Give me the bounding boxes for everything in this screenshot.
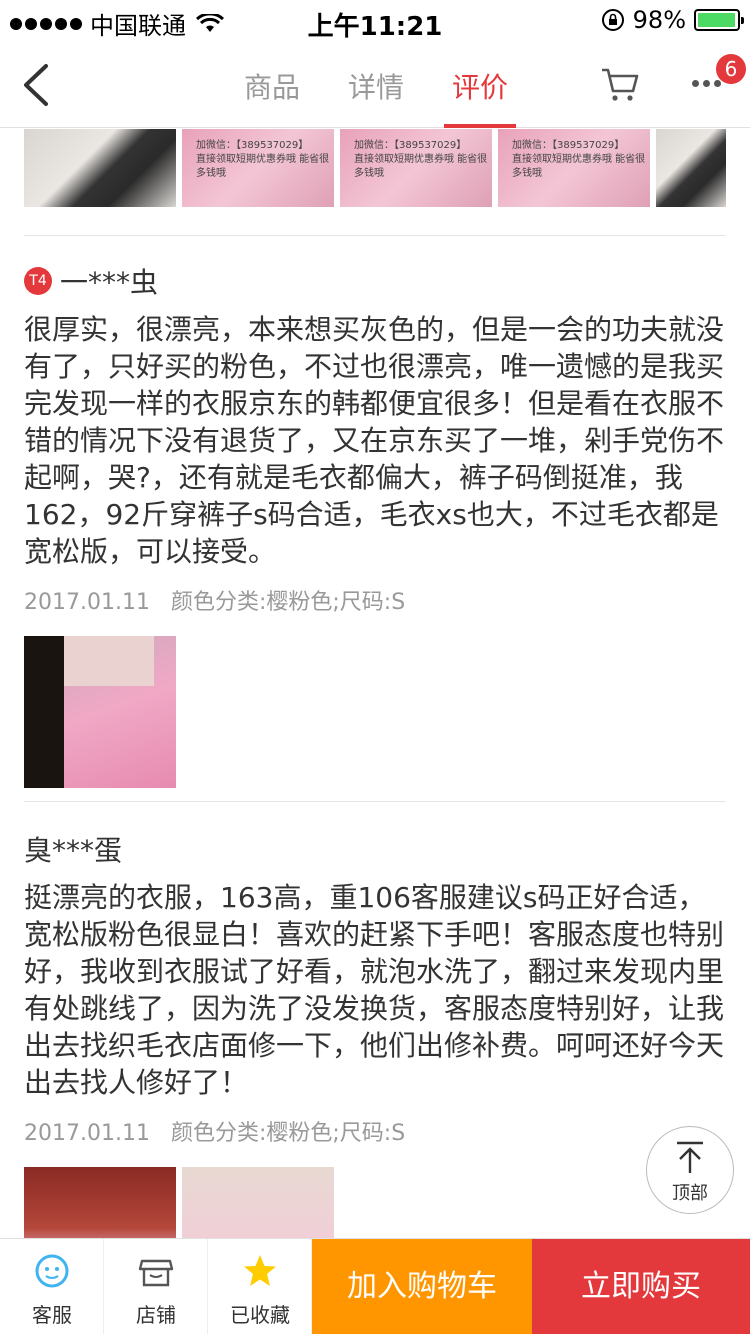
username: 一***虫	[60, 266, 159, 299]
buy-now-button[interactable]: 立即购买	[532, 1239, 750, 1334]
review-photos	[24, 636, 726, 788]
tab-details[interactable]: 详情	[324, 40, 428, 128]
cart-icon[interactable]	[600, 64, 640, 104]
tab-product[interactable]: 商品	[220, 40, 324, 128]
star-icon	[244, 1255, 276, 1286]
favorite-button[interactable]: 已收藏	[208, 1239, 312, 1334]
previous-review-photos: 加微信：【389537029】 直接领取短期优惠券哦 能省很多钱哦 加微信：【3…	[24, 129, 726, 207]
more-icon	[692, 80, 721, 87]
tab-bar: 商品 详情 评价	[220, 40, 532, 128]
customer-service-button[interactable]: 客服	[0, 1239, 104, 1334]
review-item: T4 一***虫 很厚实，很漂亮，本来想买灰色的，但是一会的功夫就没有了，只好买…	[24, 261, 726, 788]
store-label: 店铺	[136, 1303, 176, 1327]
arrow-up-icon	[677, 1141, 703, 1173]
username: 臭***蛋	[24, 834, 123, 867]
photo-watermark: 加微信：【389537029】 直接领取短期优惠券哦 能省很多钱哦	[512, 140, 646, 179]
nav-bar: 商品 详情 评价	[0, 40, 750, 128]
rotation-lock-icon	[601, 9, 624, 31]
battery-level	[698, 13, 736, 27]
customer-service-icon	[35, 1254, 69, 1288]
review-photo[interactable]: 加微信：【389537029】 直接领取短期优惠券哦 能省很多钱哦	[182, 129, 334, 207]
store-button[interactable]: 店铺	[104, 1239, 208, 1334]
review-user: 臭***蛋	[24, 829, 726, 869]
purchase-spec: 颜色分类:樱粉色;尺码:S	[170, 1121, 406, 1146]
back-to-top-button[interactable]: 顶部	[646, 1126, 734, 1214]
review-date: 2017.01.11	[24, 590, 150, 615]
tab-reviews[interactable]: 评价	[428, 40, 532, 128]
bottom-action-bar: 客服 店铺 已收藏 加入购物车 立即购买	[0, 1238, 750, 1334]
battery-percent: 98%	[632, 6, 686, 34]
review-text: 很厚实，很漂亮，本来想买灰色的，但是一会的功夫就没有了，只好买的粉色，不过也很漂…	[24, 313, 725, 568]
review-photo[interactable]	[24, 636, 176, 788]
store-icon	[138, 1259, 174, 1287]
status-bar: 中国联通 上午11:21 98%	[0, 0, 750, 42]
customer-service-label: 客服	[32, 1303, 72, 1327]
review-user: T4 一***虫	[24, 261, 726, 301]
back-to-top-label: 顶部	[672, 1183, 708, 1204]
product-review-page: 中国联通 上午11:21 98% 商品 详情 评价 6 加微信：【3895370…	[0, 0, 750, 1334]
review-date: 2017.01.11	[24, 1121, 150, 1146]
photo-watermark: 加微信：【389537029】 直接领取短期优惠券哦 能省很多钱哦	[354, 140, 488, 179]
review-photo[interactable]: 加微信：【389537029】 直接领取短期优惠券哦 能省很多钱哦	[498, 129, 650, 207]
notification-badge: 6	[716, 54, 746, 84]
divider	[24, 801, 726, 802]
favorite-label: 已收藏	[230, 1303, 290, 1327]
review-photo[interactable]: 加微信：【389537029】 直接领取短期优惠券哦 能省很多钱哦	[340, 129, 492, 207]
review-photo[interactable]	[656, 129, 726, 207]
review-photo[interactable]	[24, 129, 176, 207]
review-meta: 2017.01.11 颜色分类:樱粉色;尺码:S	[24, 1115, 726, 1147]
review-meta: 2017.01.11 颜色分类:樱粉色;尺码:S	[24, 584, 726, 616]
back-arrow-icon[interactable]	[18, 62, 54, 108]
review-text: 挺漂亮的衣服，163高，重106客服建议s码正好合适，宽松版粉色很显白！喜欢的赶…	[24, 881, 725, 1099]
purchase-spec: 颜色分类:樱粉色;尺码:S	[170, 590, 406, 615]
user-level-badge: T4	[24, 267, 52, 295]
photo-watermark: 加微信：【389537029】 直接领取短期优惠券哦 能省很多钱哦	[196, 140, 330, 179]
battery-icon	[694, 9, 744, 31]
divider	[24, 235, 726, 236]
add-to-cart-button[interactable]: 加入购物车	[312, 1239, 532, 1334]
